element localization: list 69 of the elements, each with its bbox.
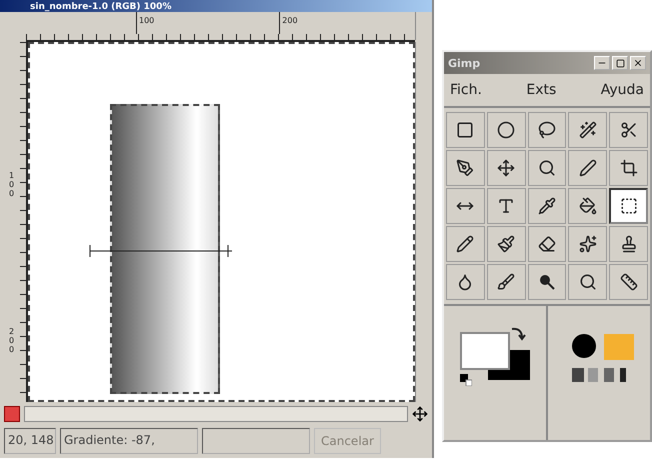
pen-icon (578, 159, 597, 177)
eraser-icon (538, 235, 556, 253)
ruler-label: 200 (279, 12, 298, 34)
status-message: Gradiente: -87, (60, 428, 198, 454)
tool-button[interactable] (446, 264, 485, 300)
tool-button[interactable] (446, 226, 485, 262)
tool-button[interactable] (446, 188, 485, 224)
ruler-label: 100 (9, 172, 16, 198)
maximize-icon (616, 58, 624, 68)
magnifier-icon (578, 273, 597, 291)
swap-arrow-icon[interactable] (510, 326, 526, 342)
tool-button[interactable] (568, 264, 608, 300)
magnifier-icon (538, 159, 556, 177)
tool-button[interactable] (609, 150, 648, 186)
menu-item[interactable]: Exts (526, 82, 556, 98)
menu-item[interactable]: Fich. (450, 82, 482, 98)
tool-button[interactable] (446, 112, 485, 148)
tool-button[interactable] (528, 112, 566, 148)
background-color-swatch[interactable] (488, 350, 530, 380)
rectangle-select-icon (456, 121, 474, 139)
scissors-icon (620, 121, 638, 139)
tool-button[interactable] (486, 112, 526, 148)
wand-icon (578, 121, 597, 139)
window-title: Gimp (448, 56, 480, 70)
image-canvas[interactable] (28, 42, 415, 402)
sparkle-icon (578, 235, 597, 253)
ruler-label: 200 (9, 328, 16, 355)
tool-button[interactable] (568, 188, 608, 224)
pencil-icon (456, 235, 474, 253)
tool-button[interactable] (528, 150, 566, 186)
menu-item[interactable]: Ayuda (600, 82, 644, 98)
tool-button[interactable] (609, 112, 648, 148)
tool-button[interactable] (486, 188, 526, 224)
window-title: sin_nombre-1.0 (RGB) 100% (30, 3, 172, 12)
close-icon (633, 58, 643, 68)
minimize-button[interactable] (594, 56, 610, 70)
tool-button[interactable] (486, 226, 526, 262)
pipette-icon (538, 197, 556, 215)
tool-button[interactable] (609, 226, 648, 262)
lasso-icon (538, 121, 556, 139)
tool-button[interactable] (486, 264, 526, 300)
tool-button[interactable] (486, 150, 526, 186)
text-icon (497, 197, 516, 215)
close-button[interactable] (630, 56, 646, 70)
move-icon (497, 159, 516, 177)
tool-button[interactable] (609, 264, 648, 300)
tool-button[interactable] (568, 112, 608, 148)
tool-button[interactable] (568, 226, 608, 262)
tool-button[interactable] (528, 188, 566, 224)
ruler-label: 100 (136, 12, 154, 34)
tool-button[interactable] (528, 264, 566, 300)
ellipse-select-icon (497, 121, 516, 139)
default-colors-icon[interactable] (460, 374, 472, 386)
smudge-icon (538, 273, 556, 291)
pen-icon (456, 159, 474, 177)
tool-button[interactable] (446, 150, 485, 186)
brush-icon (497, 235, 516, 253)
maximize-button[interactable] (612, 56, 628, 70)
bucket-icon (578, 197, 597, 215)
navigate-icon[interactable] (412, 406, 428, 422)
tool-button[interactable] (528, 226, 566, 262)
tool-button[interactable] (568, 150, 608, 186)
foreground-color-swatch[interactable] (460, 332, 510, 370)
horizontal-scrollbar[interactable] (24, 406, 408, 422)
tool-button[interactable] (609, 188, 648, 224)
pointer-coordinates: 20, 148 (4, 428, 56, 454)
stamp-icon (620, 235, 638, 253)
crop-icon (620, 159, 638, 177)
brush-icon (497, 273, 516, 291)
